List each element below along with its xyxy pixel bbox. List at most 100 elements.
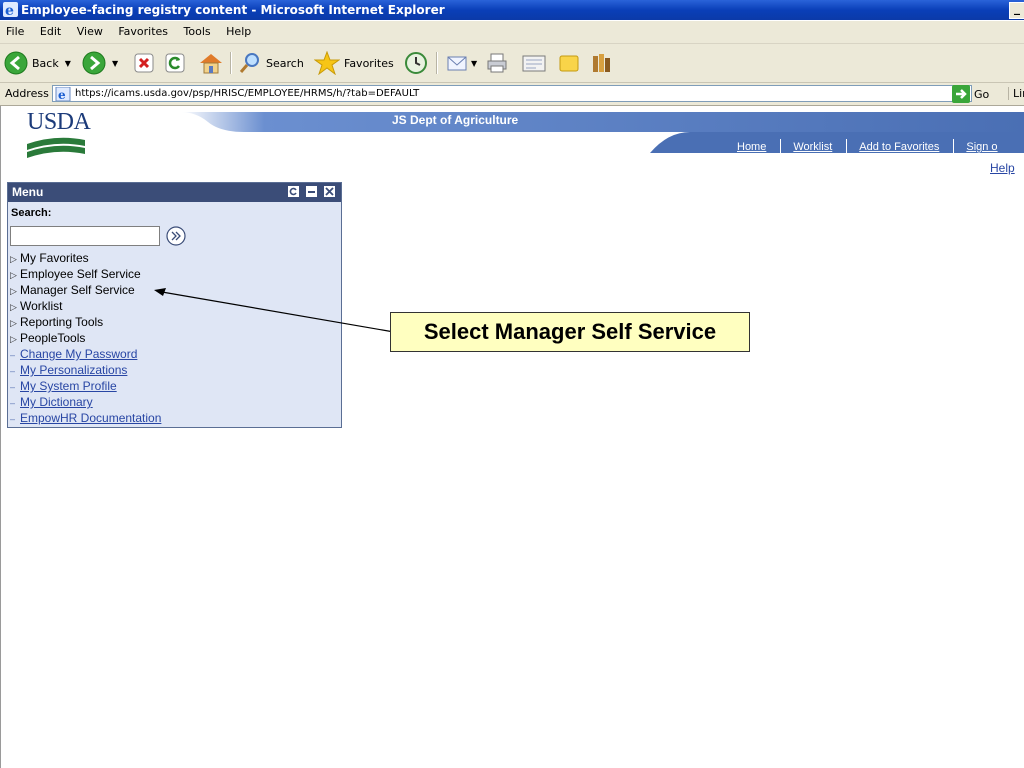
menu-list: ▷ My Favorites ▷ Employee Self Service ▷ Ma… <box>10 250 161 426</box>
menu-help[interactable]: Help <box>220 21 257 43</box>
dash-bullet-icon: – <box>10 398 16 408</box>
window-title-bar: e Employee-facing registry content - Mic… <box>0 0 1024 20</box>
research-button[interactable] <box>590 50 614 76</box>
callout-arrow <box>154 288 395 333</box>
usda-logo-graphic <box>27 137 85 158</box>
nav-link-sign-out[interactable]: Sign o <box>966 141 997 153</box>
menu-link-empowhr-documentation[interactable]: – EmpowHR Documentation <box>10 410 161 426</box>
expand-triangle-icon: ▷ <box>10 254 17 264</box>
search-icon <box>239 53 259 73</box>
forward-dropdown-icon[interactable]: ▼ <box>112 59 118 68</box>
menu-item-employee-self-service[interactable]: ▷ Employee Self Service <box>10 266 161 282</box>
research-books-icon <box>593 54 610 72</box>
edit-button[interactable] <box>521 50 547 76</box>
print-button[interactable] <box>485 50 509 76</box>
expand-triangle-icon: ▷ <box>10 286 17 296</box>
menu-file[interactable]: File <box>0 21 30 43</box>
svg-text:e: e <box>58 88 66 101</box>
favorites-button[interactable]: Favorites <box>314 50 394 76</box>
menu-header-controls <box>288 186 335 197</box>
stop-button[interactable] <box>133 50 155 76</box>
favorites-label: Favorites <box>344 56 394 70</box>
back-button[interactable]: Back ▼ <box>4 50 71 76</box>
search-label: Search <box>266 56 304 70</box>
menu-title: Menu <box>12 185 44 199</box>
toolbar-separator <box>230 52 232 74</box>
history-button[interactable] <box>404 50 428 76</box>
browser-menu-bar: File Edit View Favorites Tools Help <box>0 21 1024 44</box>
menu-item-my-favorites[interactable]: ▷ My Favorites <box>10 250 161 266</box>
links-toolbar[interactable]: Lir <box>1008 87 1024 100</box>
nav-link-add-to-favorites[interactable]: Add to Favorites <box>859 141 939 153</box>
history-icon <box>405 52 427 74</box>
mail-icon <box>447 56 467 71</box>
back-dropdown-icon[interactable]: ▼ <box>65 59 71 68</box>
usda-logo: USDA <box>27 109 91 158</box>
search-go-icon[interactable] <box>166 226 186 246</box>
menu-tools[interactable]: Tools <box>178 21 217 43</box>
menu-link-my-dictionary[interactable]: – My Dictionary <box>10 394 161 410</box>
nav-link-home[interactable]: Home <box>737 141 766 153</box>
dash-bullet-icon: – <box>10 382 16 392</box>
menu-favorites[interactable]: Favorites <box>112 21 174 43</box>
dash-bullet-icon: – <box>10 350 16 360</box>
instruction-callout: Select Manager Self Service <box>390 312 750 352</box>
minimize-pagelet-icon[interactable] <box>306 186 317 197</box>
menu-item-worklist[interactable]: ▷ Worklist <box>10 298 161 314</box>
menu-search-input[interactable] <box>10 226 160 246</box>
stop-icon <box>134 53 154 73</box>
favorites-star-icon <box>314 51 340 75</box>
mail-dropdown-icon[interactable]: ▼ <box>471 59 477 68</box>
expand-triangle-icon: ▷ <box>10 318 17 328</box>
nav-link-worklist[interactable]: Worklist <box>793 141 832 153</box>
address-bar: Address e https://icams.usda.gov/psp/HRI… <box>0 83 1024 106</box>
organization-title: JS Dept of Agriculture <box>392 113 519 127</box>
header-nav-links: Home Worklist Add to Favorites Sign o <box>737 139 998 153</box>
address-label: Address <box>5 87 49 100</box>
menu-item-reporting-tools[interactable]: ▷ Reporting Tools <box>10 314 161 330</box>
close-pagelet-icon[interactable] <box>324 186 335 197</box>
nav-separator <box>953 139 955 153</box>
browser-toolbar: Back ▼ ▼ Search Favorites ▼ <box>0 44 1024 83</box>
go-button[interactable]: Go <box>952 85 989 103</box>
dash-bullet-icon: – <box>10 414 16 424</box>
page-content: USDA JS Dept of Agriculture Home Worklist… <box>0 106 1024 768</box>
menu-item-peopletools[interactable]: ▷ PeopleTools <box>10 330 161 346</box>
internet-explorer-icon: e <box>3 2 18 17</box>
page-left-border <box>0 106 1 768</box>
address-url: https://icams.usda.gov/psp/HRISC/EMPLOYE… <box>75 88 420 99</box>
discuss-button[interactable] <box>557 50 581 76</box>
search-button[interactable]: Search <box>238 50 304 76</box>
edit-icon <box>522 55 546 72</box>
menu-edit[interactable]: Edit <box>34 21 67 43</box>
menu-item-manager-self-service[interactable]: ▷ Manager Self Service <box>10 282 161 298</box>
menu-link-my-personalizations[interactable]: – My Personalizations <box>10 362 161 378</box>
menu-link-change-my-password[interactable]: – Change My Password <box>10 346 161 362</box>
help-link[interactable]: Help <box>990 161 1015 175</box>
forward-arrow-icon <box>82 51 106 75</box>
refresh-icon <box>165 53 185 73</box>
refresh-pagelet-icon[interactable] <box>288 186 299 197</box>
menu-link-my-system-profile[interactable]: – My System Profile <box>10 378 161 394</box>
expand-triangle-icon: ▷ <box>10 334 17 344</box>
print-icon <box>487 53 507 73</box>
go-label: Go <box>974 87 990 101</box>
minimize-button[interactable]: _ <box>1009 2 1024 19</box>
menu-search-label: Search: <box>11 207 52 219</box>
nav-separator <box>846 139 848 153</box>
dash-bullet-icon: – <box>10 366 16 376</box>
home-button[interactable] <box>198 50 224 76</box>
address-input[interactable]: e https://icams.usda.gov/psp/HRISC/EMPLO… <box>52 85 972 102</box>
menu-header: Menu <box>8 183 341 202</box>
header-banner <box>180 112 1024 132</box>
mail-button[interactable]: ▼ <box>445 50 477 76</box>
expand-triangle-icon: ▷ <box>10 270 17 280</box>
usda-logo-text: USDA <box>27 109 91 135</box>
discuss-folder-icon <box>559 55 579 72</box>
refresh-button[interactable] <box>164 50 186 76</box>
forward-button[interactable]: ▼ <box>82 50 118 76</box>
window-title: Employee-facing registry content - Micro… <box>21 3 445 17</box>
menu-view[interactable]: View <box>71 21 109 43</box>
home-icon <box>200 54 222 74</box>
go-arrow-icon <box>952 85 970 103</box>
